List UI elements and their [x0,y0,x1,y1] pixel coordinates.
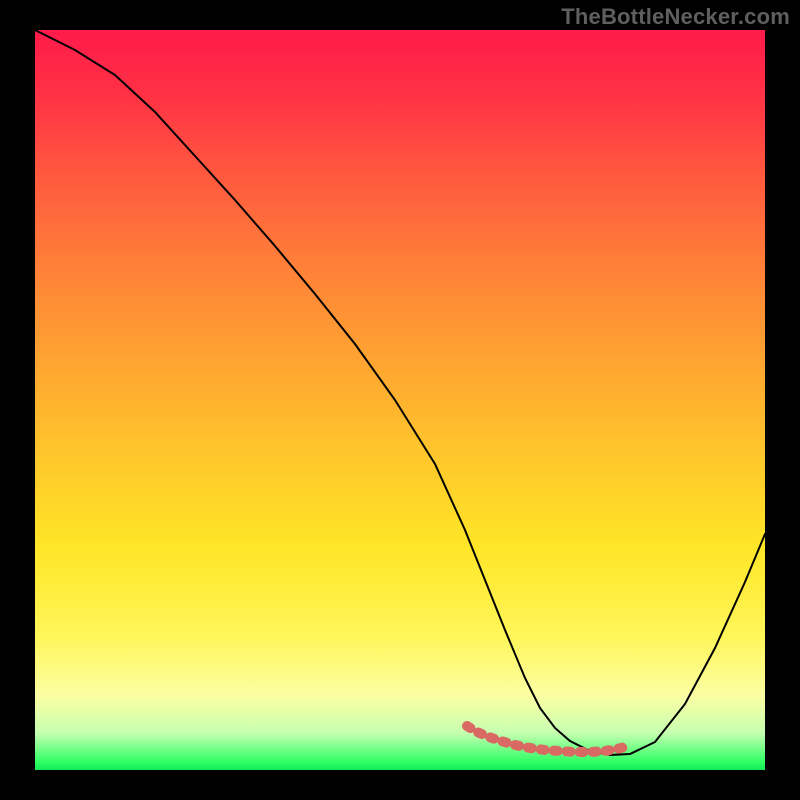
chart-frame: TheBottleNecker.com [0,0,800,800]
highlight-band [467,726,629,752]
watermark-text: TheBottleNecker.com [561,4,790,30]
chart-svg [35,30,765,770]
plot-area [35,30,765,770]
main-curve [35,30,765,755]
